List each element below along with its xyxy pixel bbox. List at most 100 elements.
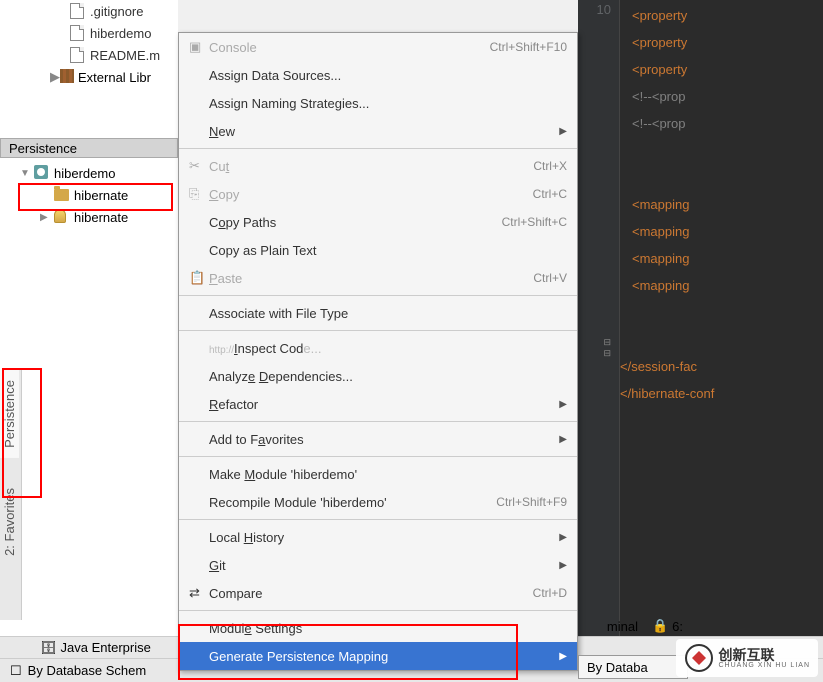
submenu-arrow-icon: ▶ — [555, 126, 567, 137]
menu-separator — [179, 519, 577, 520]
menu-separator — [179, 295, 577, 296]
tab-java-enterprise[interactable]: Java Enterprise — [61, 640, 151, 655]
submenu-arrow-icon: ▶ — [555, 560, 567, 571]
submenu-arrow-icon: ▶ — [555, 399, 567, 410]
menu-separator — [179, 330, 577, 331]
shortcut: Ctrl+C — [533, 187, 567, 201]
line-number: 10 — [578, 2, 611, 17]
module-label: hiberdemo — [54, 166, 115, 181]
menu-refactor[interactable]: Refactor ▶ — [179, 390, 577, 418]
shortcut: Ctrl+Shift+F10 — [490, 40, 567, 54]
menu-label: Local History — [209, 530, 555, 545]
menu-label: Console — [209, 40, 490, 55]
file-icon — [70, 47, 86, 63]
menu-label: Refactor — [209, 397, 555, 412]
vertical-tab-favorites[interactable]: 2: Favorites — [0, 478, 19, 566]
watermark-text: 创新互联 — [718, 648, 810, 662]
menu-assign-naming[interactable]: Assign Naming Strategies... — [179, 89, 577, 117]
db-icon — [54, 209, 70, 225]
menu-label: Assign Data Sources... — [209, 68, 567, 83]
tree-file-gitignore[interactable]: .gitignore — [20, 0, 178, 22]
menu-copy-paths[interactable]: Copy Paths Ctrl+Shift+C — [179, 208, 577, 236]
menu-compare[interactable]: ⇄ Compare Ctrl+D — [179, 579, 577, 607]
code-token: <mapping — [632, 251, 689, 266]
tab-terminal[interactable]: minal — [607, 619, 638, 634]
code-token: </hibernate-conf — [620, 386, 714, 401]
submenu-generate-mapping: By Databa — [578, 655, 688, 679]
menu-copy[interactable]: ⎘ Copy Ctrl+C — [179, 180, 577, 208]
menu-label: Recompile Module 'hiberdemo' — [209, 495, 496, 510]
menu-new[interactable]: New ▶ — [179, 117, 577, 145]
persistence-unit-hibernate[interactable]: hibernate — [0, 184, 178, 206]
submenu-arrow-icon: ▶ — [555, 532, 567, 543]
menu-label: Make Module 'hiberdemo' — [209, 467, 567, 482]
menu-console[interactable]: ▣ Console Ctrl+Shift+F10 — [179, 33, 577, 61]
menu-label: Add to Favorites — [209, 432, 555, 447]
menu-label: Git — [209, 558, 555, 573]
file-icon — [70, 3, 86, 19]
menu-label: Assign Naming Strategies... — [209, 96, 567, 111]
folder-icon — [54, 187, 70, 203]
code-token: <property — [632, 62, 687, 77]
tree-label: hiberdemo — [90, 26, 151, 41]
menu-separator — [179, 610, 577, 611]
watermark: 创新互联 CHUANG XIN HU LIAN — [676, 639, 818, 677]
shortcut: Ctrl+Shift+C — [502, 215, 567, 229]
paste-icon: 📋 — [189, 270, 209, 286]
library-icon — [60, 69, 74, 86]
menu-separator — [179, 456, 577, 457]
menu-inspect-code[interactable]: http://Inspect Code... — [179, 334, 577, 362]
menu-recompile-module[interactable]: Recompile Module 'hiberdemo' Ctrl+Shift+… — [179, 488, 577, 516]
status-cursor: 6: — [672, 619, 683, 634]
persistence-panel-header[interactable]: Persistence — [0, 138, 178, 158]
menu-label: Cut — [209, 159, 533, 174]
code-comment: <!--<prop — [632, 89, 685, 104]
unit-label: hibernate — [74, 188, 128, 203]
menu-associate-file-type[interactable]: Associate with File Type — [179, 299, 577, 327]
menu-label: Analyze Dependencies... — [209, 369, 567, 384]
persistence-unit-hibernate-2[interactable]: ▶ hibernate — [0, 206, 178, 228]
menu-label: New — [209, 124, 555, 139]
shortcut: Ctrl+V — [533, 271, 567, 285]
file-icon — [70, 25, 86, 41]
menu-local-history[interactable]: Local History ▶ — [179, 523, 577, 551]
menu-paste[interactable]: 📋 Paste Ctrl+V — [179, 264, 577, 292]
code-token: <mapping — [632, 224, 689, 239]
code-comment: <!--<prop — [632, 116, 685, 131]
menu-label: Paste — [209, 271, 533, 286]
menu-separator — [179, 148, 577, 149]
submenu-by-database[interactable]: By Databa — [579, 656, 687, 679]
vertical-tab-persistence[interactable]: Persistence — [0, 370, 19, 458]
menu-copy-plain[interactable]: Copy as Plain Text — [179, 236, 577, 264]
code-editor[interactable]: 10 ⊟ ⊟ <property <property <property <!-… — [578, 0, 823, 655]
panel-title: Persistence — [9, 141, 77, 156]
submenu-arrow-icon: ▶ — [555, 651, 567, 662]
fold-icon[interactable]: ⊟ — [578, 337, 611, 348]
menu-make-module[interactable]: Make Module 'hiberdemo' — [179, 460, 577, 488]
tree-external-libraries[interactable]: ▶ External Libr — [20, 66, 178, 88]
menu-assign-data-sources[interactable]: Assign Data Sources... — [179, 61, 577, 89]
menu-add-favorites[interactable]: Add to Favorites ▶ — [179, 425, 577, 453]
code-token: <mapping — [632, 278, 689, 293]
cut-icon: ✂ — [189, 158, 209, 174]
fold-icon[interactable]: ⊟ — [578, 348, 611, 359]
menu-git[interactable]: Git ▶ — [179, 551, 577, 579]
menu-generate-persistence-mapping[interactable]: Generate Persistence Mapping ▶ — [179, 642, 577, 670]
menu-analyze-deps[interactable]: Analyze Dependencies... — [179, 362, 577, 390]
editor-content[interactable]: <property <property <property <!--<prop … — [620, 0, 823, 407]
tree-file-hiberdemo[interactable]: hiberdemo — [20, 22, 178, 44]
submenu-label: By Databa — [587, 660, 648, 675]
menu-module-settings[interactable]: Module Settings — [179, 614, 577, 642]
menu-label: Module Settings — [209, 621, 567, 636]
tree-label: README.m — [90, 48, 160, 63]
menu-label: http://Inspect Code... — [209, 341, 567, 356]
status-text: By Database Schem — [28, 663, 147, 678]
persistence-module-hiberdemo[interactable]: ▼ hiberdemo — [0, 162, 178, 184]
menu-cut[interactable]: ✂ Cut Ctrl+X — [179, 152, 577, 180]
console-icon: ▣ — [189, 39, 209, 55]
menu-label: Compare — [209, 586, 533, 601]
code-token: <property — [632, 8, 687, 23]
tree-file-readme[interactable]: README.m — [20, 44, 178, 66]
submenu-arrow-icon: ▶ — [555, 434, 567, 445]
watermark-logo-icon — [684, 643, 714, 673]
